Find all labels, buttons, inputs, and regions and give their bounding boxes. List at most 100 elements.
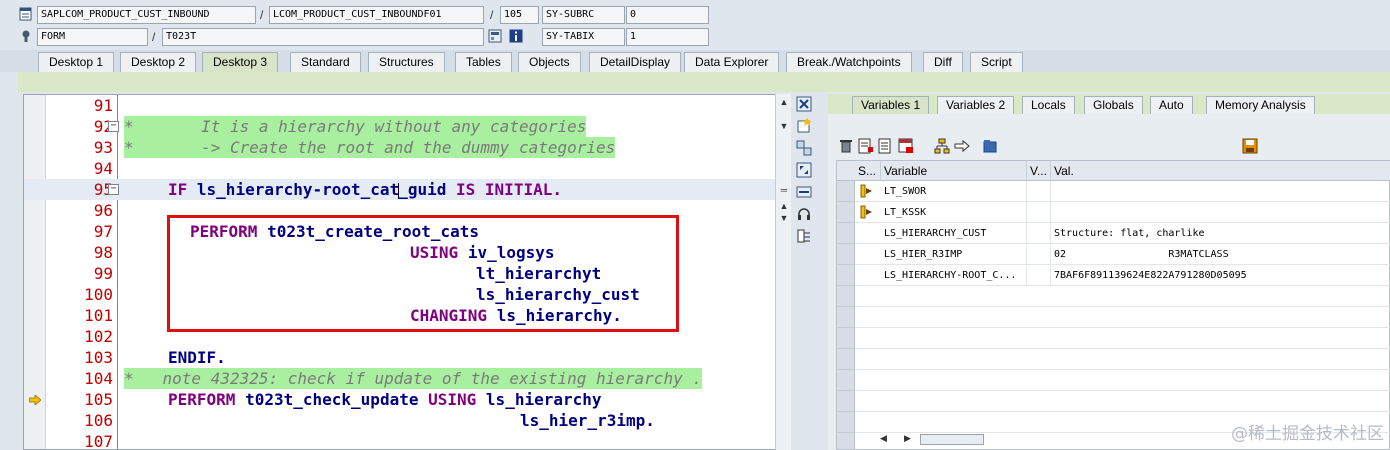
value-cell[interactable]	[1051, 181, 1390, 202]
row-selector[interactable]	[837, 202, 855, 223]
tab-data-explorer[interactable]: Data Explorer	[684, 52, 780, 72]
value-cell[interactable]: Structure: flat, charlike	[1051, 223, 1390, 244]
row-selector[interactable]	[837, 181, 855, 202]
scroll-down-icon[interactable]: ▼	[778, 212, 790, 224]
scroll-left-icon[interactable]: ◀	[880, 433, 887, 444]
tab-variables-1[interactable]: Variables 1	[852, 96, 930, 114]
scroll-down-icon[interactable]: ▼	[778, 120, 790, 132]
row-selector[interactable]	[837, 412, 855, 433]
event-name-field[interactable]: T023T	[162, 28, 484, 46]
table-row[interactable]: LT_KSSK	[837, 202, 1390, 223]
variable-name-cell[interactable]: LS_HIER_R3IMP	[881, 244, 1027, 265]
variable-name-cell[interactable]: LS_HIERARCHY-ROOT_C...	[881, 265, 1027, 286]
transfer-icon[interactable]	[954, 138, 970, 154]
sysvar1-value-field[interactable]: 0	[626, 6, 709, 24]
sysvar2-name-field[interactable]: SY-TABIX	[542, 28, 625, 46]
maximize-icon[interactable]	[796, 162, 812, 178]
code-line[interactable]: 93 * -> Create the root and the dummy ca…	[24, 137, 790, 158]
tab-break-watchpoints[interactable]: Break./Watchpoints	[786, 52, 912, 72]
tab-desktop-2[interactable]: Desktop 2	[120, 52, 197, 72]
tab-variables-2[interactable]: Variables 2	[937, 96, 1015, 114]
scroll-up-icon[interactable]: ▲	[778, 96, 790, 108]
table-row[interactable]	[837, 370, 1390, 391]
table-row[interactable]	[837, 391, 1390, 412]
program-field[interactable]: SAPLCOM_PRODUCT_CUST_INBOUND	[37, 6, 256, 24]
variables-grid[interactable]: S... Variable V... Val. LT_SWOR LT_KSSK	[836, 160, 1390, 450]
save-icon[interactable]	[1242, 138, 1258, 154]
code-line[interactable]: 92 − * It is a hierarchy without any cat…	[24, 116, 790, 137]
new-tool-icon[interactable]	[796, 118, 812, 134]
tab-standard[interactable]: Standard	[290, 52, 361, 72]
column-header-value[interactable]: Val.	[1051, 161, 1390, 181]
tab-structures[interactable]: Structures	[368, 52, 445, 72]
list-edit-icon[interactable]	[858, 138, 874, 154]
tab-detaildisplay[interactable]: DetailDisplay	[589, 52, 682, 72]
scroll-right-icon[interactable]: ▶	[904, 433, 911, 444]
column-header-value-short[interactable]: V...	[1027, 161, 1051, 181]
table-row[interactable]: LT_SWOR	[837, 181, 1390, 202]
scroll-thumb-icon[interactable]: ═	[778, 184, 790, 196]
row-selector[interactable]	[837, 244, 855, 265]
tab-desktop-3[interactable]: Desktop 3	[202, 52, 279, 72]
include-field[interactable]: LCOM_PRODUCT_CUST_INBOUNDF01	[269, 6, 484, 24]
folder-icon[interactable]	[982, 138, 998, 154]
column-header-variable[interactable]: Variable	[881, 161, 1027, 181]
scroll-thumb[interactable]	[920, 434, 984, 445]
tab-globals[interactable]: Globals	[1084, 96, 1143, 114]
code-line[interactable]: 107	[24, 431, 790, 449]
row-selector[interactable]	[837, 265, 855, 286]
table-row[interactable]	[837, 328, 1390, 349]
table-row[interactable]	[837, 286, 1390, 307]
resize-horizontal-icon[interactable]	[796, 184, 812, 200]
row-selector[interactable]	[837, 223, 855, 244]
tab-objects[interactable]: Objects	[518, 52, 581, 72]
variable-name-cell[interactable]: LS_HIERARCHY_CUST	[881, 223, 1027, 244]
fold-toggle[interactable]: −	[108, 184, 119, 195]
sysvar1-name-field[interactable]: SY-SUBRC	[542, 6, 625, 24]
info-icon[interactable]	[509, 29, 523, 43]
code-line[interactable]: 106 ls_hier_r3imp.	[24, 410, 790, 431]
code-line[interactable]: 104 * note 432325: check if update of th…	[24, 368, 790, 389]
tab-tables[interactable]: Tables	[455, 52, 512, 72]
display-source-icon[interactable]	[488, 29, 502, 43]
line-number-field[interactable]: 105	[500, 6, 539, 24]
tab-locals[interactable]: Locals	[1022, 96, 1075, 114]
tab-desktop-1[interactable]: Desktop 1	[38, 52, 115, 72]
headset-icon[interactable]	[796, 206, 812, 222]
column-header-status[interactable]: S...	[855, 161, 881, 181]
list-icon[interactable]	[878, 138, 894, 154]
tab-script[interactable]: Script	[970, 52, 1023, 72]
table-row[interactable]: LS_HIER_R3IMP 02 R3MATCLASS	[837, 244, 1390, 265]
table-row[interactable]: LS_HIERARCHY-ROOT_C... 7BAF6F891139624E8…	[837, 265, 1390, 286]
tab-memory-analysis[interactable]: Memory Analysis	[1206, 96, 1315, 114]
value-cell[interactable]: 7BAF6F891139624E822A791280D05095	[1051, 265, 1390, 286]
row-selector[interactable]	[837, 349, 855, 370]
code-line[interactable]: 94	[24, 158, 790, 179]
code-line-current-cursor[interactable]: 95 − IF ls_hierarchy-root_cat_guid IS IN…	[24, 179, 790, 200]
table-row[interactable]: LS_HIERARCHY_CUST Structure: flat, charl…	[837, 223, 1390, 244]
table-row[interactable]	[837, 349, 1390, 370]
event-type-field[interactable]: FORM	[37, 28, 148, 46]
row-selector[interactable]	[837, 391, 855, 412]
hierarchy-icon[interactable]	[934, 138, 950, 154]
table-row[interactable]	[837, 307, 1390, 328]
code-line[interactable]: 91	[24, 95, 790, 116]
scroll-up-icon[interactable]: ▲	[778, 200, 790, 212]
code-vertical-scrollbar[interactable]: ▲ ▼ ═ ▲ ▼	[775, 94, 791, 450]
row-selector[interactable]	[837, 328, 855, 349]
delete-icon[interactable]	[838, 138, 854, 154]
row-selector[interactable]	[837, 370, 855, 391]
variable-name-cell[interactable]: LT_KSSK	[881, 202, 1027, 223]
value-cell[interactable]	[1051, 202, 1390, 223]
tab-auto[interactable]: Auto	[1150, 96, 1193, 114]
row-selector[interactable]	[837, 286, 855, 307]
settings-tool-icon[interactable]	[796, 228, 812, 244]
code-line[interactable]: 103 ENDIF.	[24, 347, 790, 368]
swap-tool-icon[interactable]	[796, 140, 812, 156]
tab-diff[interactable]: Diff	[923, 52, 963, 72]
grid-horizontal-scrollbar[interactable]: ◀ ▶	[880, 433, 1000, 447]
value-cell[interactable]: 02 R3MATCLASS	[1051, 244, 1390, 265]
row-selector[interactable]	[837, 307, 855, 328]
close-icon[interactable]	[796, 96, 812, 112]
fold-toggle[interactable]: −	[108, 121, 119, 132]
